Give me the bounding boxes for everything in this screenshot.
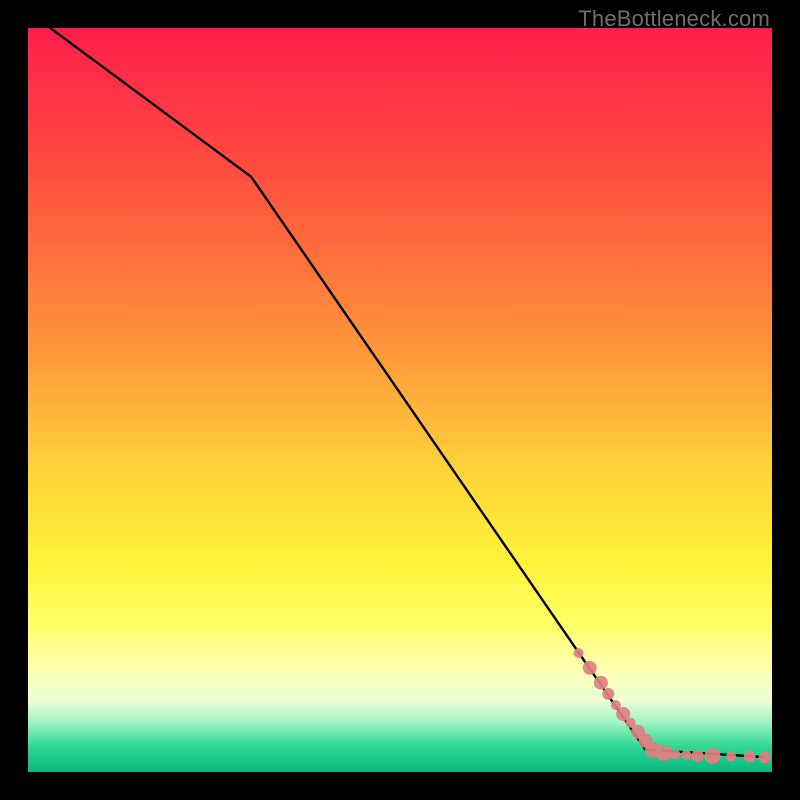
scatter-point bbox=[574, 648, 584, 658]
scatter-point bbox=[759, 751, 771, 763]
scatter-point bbox=[692, 750, 704, 762]
scatter-point bbox=[681, 750, 691, 760]
scatter-point bbox=[670, 749, 680, 759]
scatter-markers bbox=[574, 648, 771, 764]
watermark-text: TheBottleneck.com bbox=[578, 6, 770, 32]
scatter-point bbox=[583, 661, 597, 675]
scatter-point bbox=[726, 751, 736, 761]
scatter-point bbox=[602, 688, 614, 700]
scatter-point bbox=[744, 750, 756, 762]
chart-overlay bbox=[28, 28, 772, 772]
plot-area bbox=[28, 28, 772, 772]
scatter-point bbox=[705, 748, 721, 764]
scatter-point bbox=[656, 745, 672, 761]
curve-line bbox=[50, 28, 764, 757]
scatter-point bbox=[594, 676, 608, 690]
chart-stage: TheBottleneck.com bbox=[0, 0, 800, 800]
